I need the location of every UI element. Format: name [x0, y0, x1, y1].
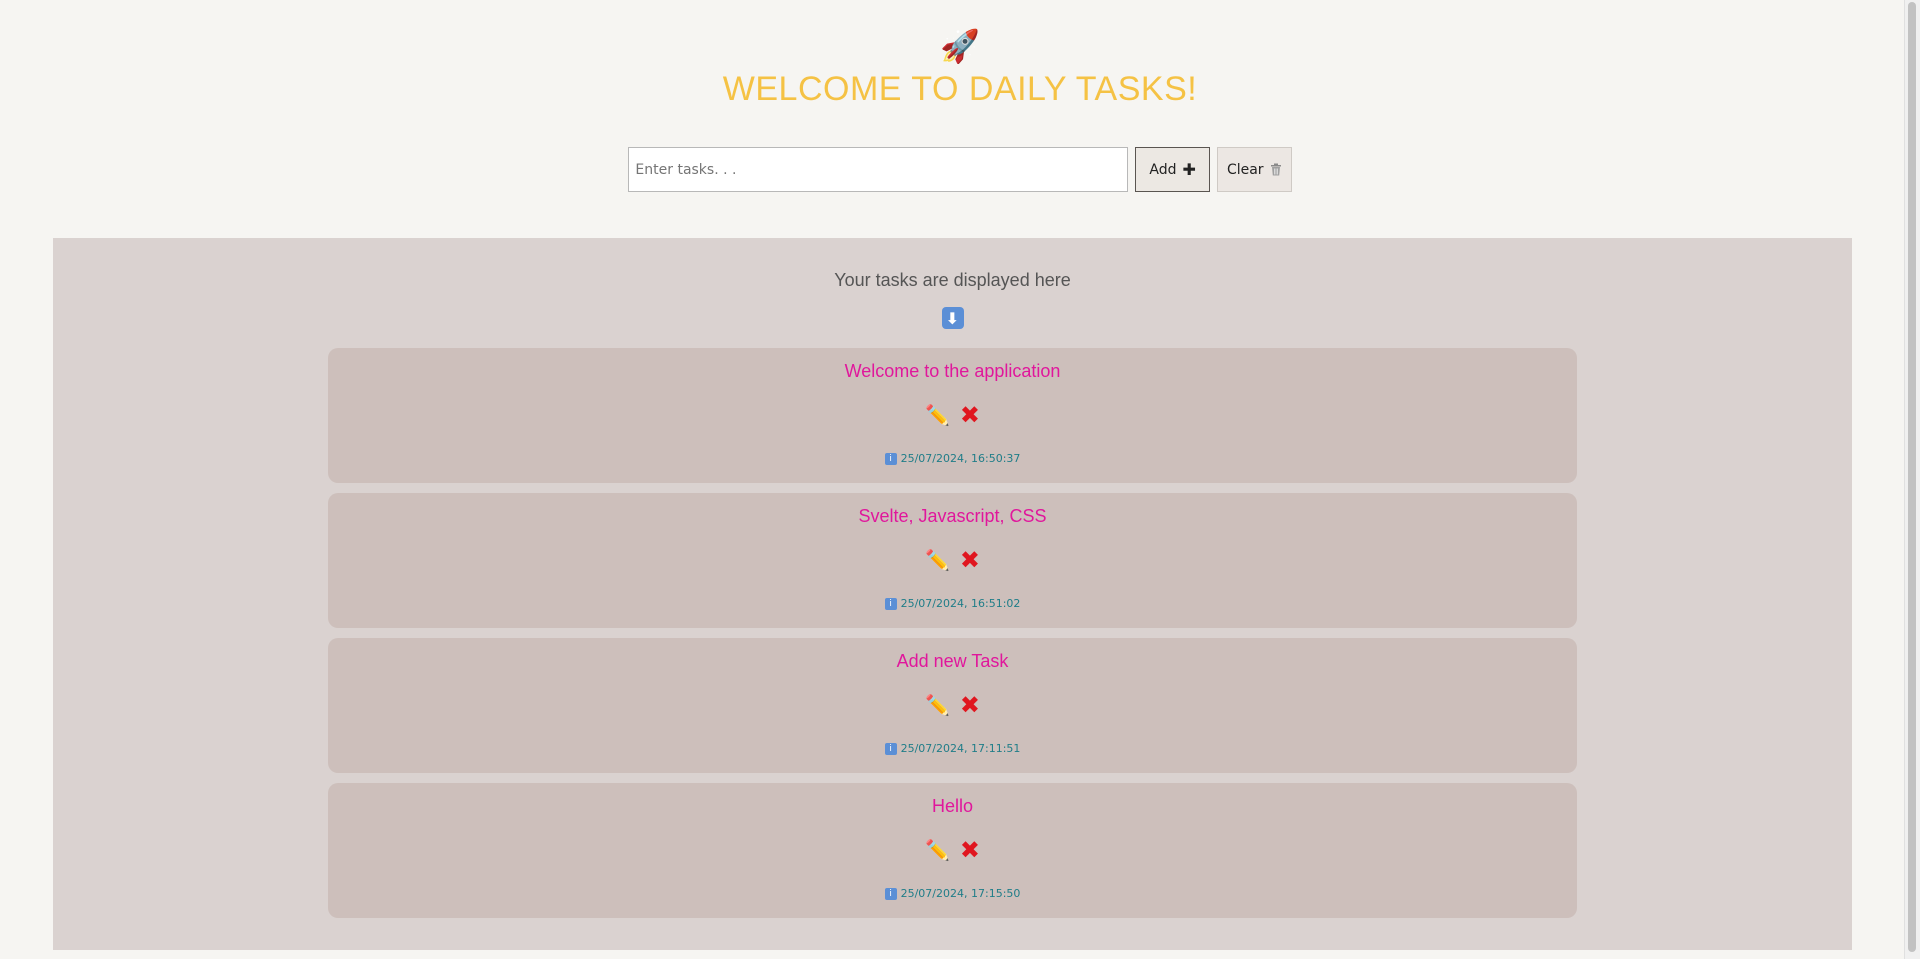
- delete-x-icon[interactable]: ✖: [960, 403, 980, 427]
- task-timestamp: i 25/07/2024, 17:15:50: [884, 887, 1021, 900]
- info-icon: i: [884, 597, 897, 610]
- add-button-label: Add: [1149, 161, 1177, 178]
- task-actions: ✏️ ✖: [925, 402, 980, 428]
- task-actions: ✏️ ✖: [925, 837, 980, 863]
- clear-button-label: Clear: [1226, 161, 1264, 178]
- task-list: Welcome to the application ✏️ ✖ i 25/07/…: [328, 348, 1577, 928]
- vertical-scrollbar[interactable]: [1904, 0, 1920, 959]
- delete-x-icon[interactable]: ✖: [960, 838, 980, 862]
- task-text: Hello: [931, 796, 974, 816]
- edit-pencil-icon[interactable]: ✏️: [925, 838, 950, 862]
- task-actions: ✏️ ✖: [925, 547, 980, 573]
- task-timestamp-text: 25/07/2024, 16:50:37: [900, 452, 1021, 465]
- tasks-panel-label: Your tasks are displayed here: [834, 270, 1071, 290]
- header: 🚀 WELCOME TO DAILY TASKS!: [0, 0, 1920, 109]
- task-card: Welcome to the application ✏️ ✖ i 25/07/…: [328, 348, 1577, 483]
- task-timestamp-text: 25/07/2024, 16:51:02: [900, 597, 1021, 610]
- info-icon: i: [884, 452, 897, 465]
- scrollbar-thumb[interactable]: [1908, 2, 1916, 952]
- task-timestamp: i 25/07/2024, 16:50:37: [884, 452, 1021, 465]
- task-text: Add new Task: [896, 651, 1009, 671]
- down-arrow-icon: ⬇: [941, 307, 964, 329]
- task-text: Welcome to the application: [844, 361, 1061, 381]
- clear-button[interactable]: Clear: [1216, 147, 1292, 192]
- trash-icon: [1270, 163, 1281, 176]
- task-entry-row: Add ✚ Clear: [0, 147, 1920, 192]
- delete-x-icon[interactable]: ✖: [960, 693, 980, 717]
- edit-pencil-icon[interactable]: ✏️: [925, 548, 950, 572]
- task-card: Svelte, Javascript, CSS ✏️ ✖ i 25/07/202…: [328, 493, 1577, 628]
- task-timestamp: i 25/07/2024, 17:11:51: [884, 742, 1021, 755]
- rocket-icon: 🚀: [940, 27, 980, 65]
- plus-icon: ✚: [1182, 160, 1196, 179]
- task-timestamp-text: 25/07/2024, 17:15:50: [900, 887, 1021, 900]
- info-icon: i: [884, 887, 897, 900]
- task-timestamp-text: 25/07/2024, 17:11:51: [900, 742, 1021, 755]
- edit-pencil-icon[interactable]: ✏️: [925, 403, 950, 427]
- task-text: Svelte, Javascript, CSS: [858, 506, 1047, 526]
- add-button[interactable]: Add ✚: [1135, 147, 1210, 192]
- edit-pencil-icon[interactable]: ✏️: [925, 693, 950, 717]
- page-title: WELCOME TO DAILY TASKS!: [722, 70, 1198, 108]
- task-card: Add new Task ✏️ ✖ i 25/07/2024, 17:11:51: [328, 638, 1577, 773]
- info-icon: i: [884, 742, 897, 755]
- task-card: Hello ✏️ ✖ i 25/07/2024, 17:15:50: [328, 783, 1577, 918]
- task-actions: ✏️ ✖: [925, 692, 980, 718]
- tasks-panel: Your tasks are displayed here ⬇ Welcome …: [53, 238, 1852, 950]
- task-timestamp: i 25/07/2024, 16:51:02: [884, 597, 1021, 610]
- task-input[interactable]: [628, 147, 1129, 192]
- delete-x-icon[interactable]: ✖: [960, 548, 980, 572]
